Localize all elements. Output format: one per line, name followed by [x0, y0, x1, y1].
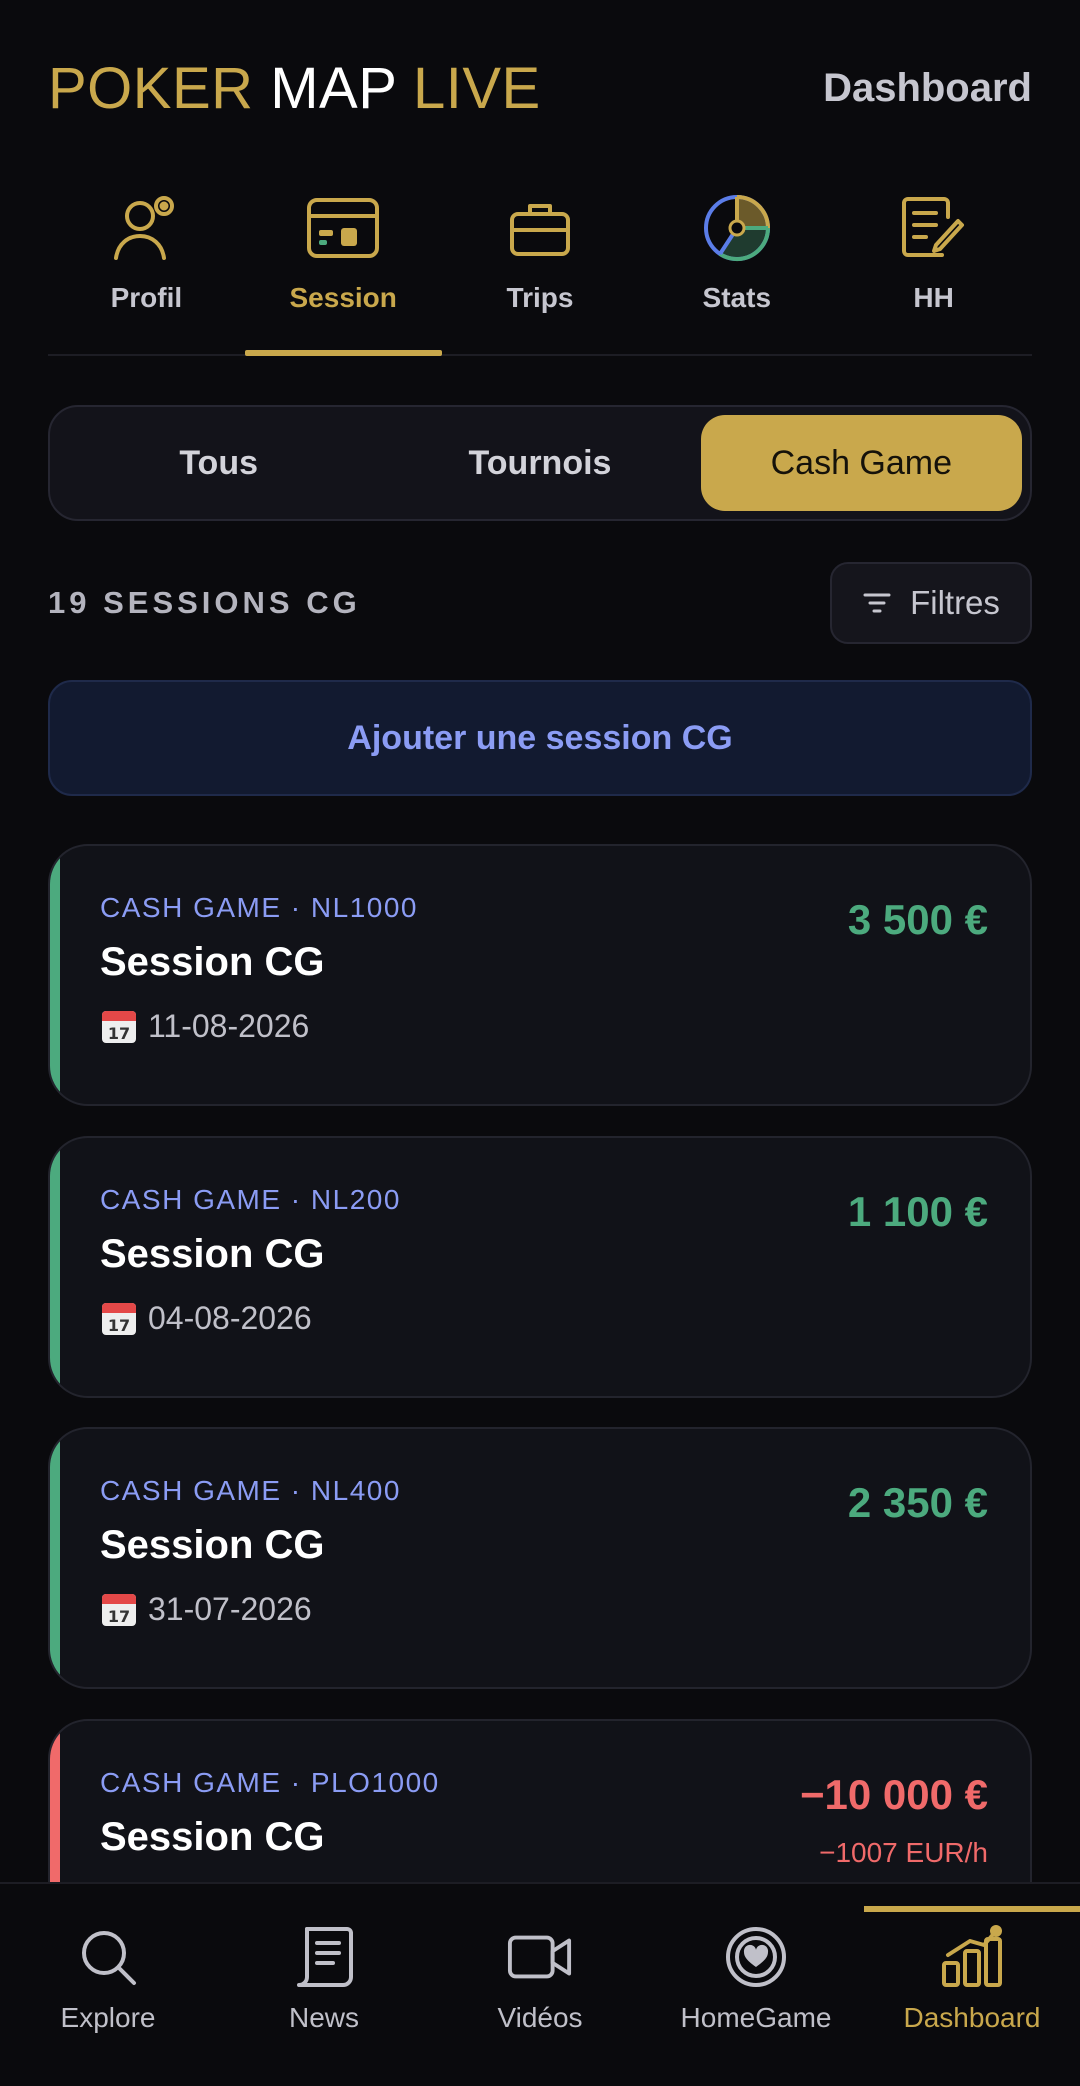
session-amount: −10 000 € [799, 1771, 988, 1818]
session-card[interactable]: CASH GAME · NL400 Session CG 17 31-07-20… [48, 1427, 1032, 1689]
tab-hh[interactable]: HH [835, 180, 1032, 354]
logo-word-live: LIVE [412, 55, 541, 121]
filter-icon [863, 593, 891, 613]
nav-label: News [288, 2002, 359, 2033]
logo-word-map: MAP [270, 55, 397, 121]
section-tabs: Profil Session Trips Stats HH [48, 180, 1032, 356]
tab-label: Stats [702, 282, 772, 313]
session-amount: 3 500 € [847, 896, 988, 943]
svg-text:17: 17 [108, 1607, 130, 1626]
session-title: Session CG [100, 1523, 325, 1567]
add-session-button[interactable]: Ajouter une session CG [48, 680, 1032, 796]
notes-edit-icon [894, 188, 974, 268]
bar-chart-icon [939, 1924, 1005, 1990]
app-header: POKER MAP LIVE Dashboard [48, 50, 1032, 126]
dashboard-link[interactable]: Dashboard [823, 66, 1032, 111]
tab-label: Profil [110, 282, 183, 313]
result-stripe [50, 1138, 60, 1396]
nav-explore[interactable]: Explore [0, 1884, 216, 2086]
nav-label: Vidéos [497, 2002, 583, 2033]
search-icon [75, 1924, 141, 1990]
tab-label: Session [289, 282, 397, 313]
session-date-text: 31-07-2026 [148, 1590, 312, 1627]
session-date-text: 04-08-2026 [148, 1299, 312, 1336]
session-card[interactable]: CASH GAME · NL1000 Session CG 17 11-08-2… [48, 844, 1032, 1106]
nav-label: Dashboard [903, 2002, 1041, 2033]
result-stripe [50, 1429, 60, 1687]
tab-label: HH [913, 282, 954, 313]
svg-text:17: 17 [108, 1316, 130, 1335]
calendar-icon: 17 [102, 1594, 136, 1626]
nav-news[interactable]: News [216, 1884, 432, 2086]
session-card[interactable]: CASH GAME · NL200 Session CG 17 04-08-20… [48, 1136, 1032, 1398]
tab-profil[interactable]: Profil [48, 180, 245, 354]
nav-homegame[interactable]: HomeGame [648, 1884, 864, 2086]
session-title: Session CG [100, 940, 325, 984]
user-icon [106, 188, 186, 268]
nav-label: HomeGame [680, 2002, 832, 2033]
app-logo: POKER MAP LIVE [48, 55, 541, 122]
nav-videos[interactable]: Vidéos [432, 1884, 648, 2086]
result-stripe [50, 846, 60, 1104]
session-title: Session CG [100, 1232, 325, 1276]
session-date: 17 31-07-2026 [100, 1590, 988, 1628]
session-amount: 2 350 € [847, 1479, 988, 1526]
session-date-text: 11-08-2026 [148, 1007, 310, 1044]
tab-session[interactable]: Session [244, 180, 442, 356]
calendar-icon: 17 [102, 1303, 136, 1335]
session-count: 19 SESSIONS CG [48, 585, 361, 620]
svg-text:17: 17 [108, 1024, 130, 1043]
video-icon [507, 1924, 573, 1990]
session-type-segment: Tous Tournois Cash Game [48, 405, 1032, 521]
briefcase-icon [500, 188, 580, 268]
filters-button[interactable]: Filtres [830, 562, 1032, 644]
tab-trips[interactable]: Trips [442, 180, 639, 354]
tab-stats[interactable]: Stats [638, 180, 835, 354]
logo-word-poker: POKER [48, 55, 254, 121]
filters-label: Filtres [910, 584, 1000, 621]
bottom-nav: Explore News Vidéos HomeGame Dashboard [0, 1882, 1080, 2086]
session-hourly-rate: −1007 EUR/h [819, 1837, 988, 1868]
nav-label: Explore [60, 2002, 156, 2033]
session-date: 17 04-08-2026 [100, 1299, 988, 1337]
segment-tous[interactable]: Tous [58, 415, 379, 511]
tab-label: Trips [506, 282, 574, 313]
heart-chip-icon [723, 1924, 789, 1990]
segment-cash-game[interactable]: Cash Game [700, 415, 1022, 511]
session-date: 17 11-08-2026 [100, 1007, 988, 1045]
segment-tournois[interactable]: Tournois [379, 415, 700, 511]
news-icon [291, 1924, 357, 1990]
calendar-icon: 17 [102, 1011, 136, 1043]
card-icon [303, 188, 383, 268]
list-toolbar: 19 SESSIONS CG Filtres [48, 562, 1032, 644]
session-amount: 1 100 € [847, 1188, 988, 1235]
pie-chart-icon [697, 188, 777, 268]
nav-dashboard[interactable]: Dashboard [864, 1884, 1080, 2086]
